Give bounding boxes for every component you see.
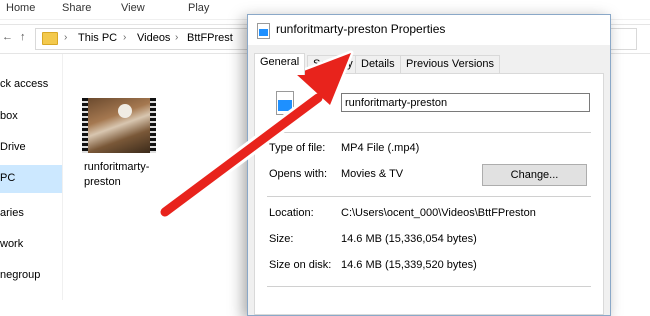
opens-with-label: Opens with:: [269, 168, 328, 180]
ribbon-tab-play[interactable]: Play: [188, 2, 209, 14]
nav-item-libraries[interactable]: aries: [0, 207, 24, 219]
breadcrumb-this-pc[interactable]: This PC: [78, 32, 117, 44]
nav-item-label: PC: [0, 172, 16, 184]
nav-item-quick-access[interactable]: ck access: [0, 78, 48, 90]
nav-item-network[interactable]: work: [0, 238, 23, 250]
folder-icon: [42, 32, 58, 45]
nav-item-this-pc[interactable]: PC: [0, 165, 62, 193]
general-tab-panel: runforitmarty-preston Type of file: MP4 …: [254, 73, 604, 315]
location-value: C:\Users\ocent_000\Videos\BttFPreston: [341, 207, 536, 219]
dialog-title: runforitmarty-preston Properties: [276, 22, 446, 36]
divider: [267, 132, 591, 133]
location-label: Location:: [269, 207, 314, 219]
breadcrumb-separator: ›: [123, 32, 127, 43]
breadcrumb-videos[interactable]: Videos: [137, 32, 170, 44]
breadcrumb-separator: ›: [175, 32, 179, 43]
film-strip-right: [150, 98, 156, 153]
mp4-file-icon: [276, 91, 294, 115]
ribbon-tab-home[interactable]: Home: [6, 2, 35, 14]
type-of-file-value: MP4 File (.mp4): [341, 142, 420, 154]
back-arrow-icon[interactable]: ←: [2, 31, 13, 43]
nav-item-dropbox[interactable]: box: [0, 110, 18, 122]
change-button[interactable]: Change...: [482, 164, 587, 186]
file-name-label: runforitmarty-preston: [84, 161, 150, 188]
video-frame-image: [88, 98, 150, 153]
navigation-pane: ck access box Drive PC aries work negrou…: [0, 54, 63, 300]
opens-with-value: Movies & TV: [341, 168, 404, 180]
size-on-disk-value: 14.6 MB (15,339,520 bytes): [341, 259, 477, 271]
ribbon-tab-share[interactable]: Share: [62, 2, 91, 14]
breadcrumb-separator: ›: [64, 32, 68, 43]
nav-item-onedrive[interactable]: Drive: [0, 141, 26, 153]
breadcrumb-folder[interactable]: BttFPrest: [187, 32, 233, 44]
divider: [267, 286, 591, 287]
file-name-field[interactable]: runforitmarty-preston: [341, 93, 590, 112]
up-arrow-icon[interactable]: ↑: [20, 31, 26, 43]
tab-details[interactable]: Details: [355, 55, 401, 73]
tab-previous-versions[interactable]: Previous Versions: [400, 55, 501, 73]
type-of-file-label: Type of file:: [269, 142, 326, 154]
tab-security[interactable]: Security: [307, 55, 359, 73]
size-label: Size:: [269, 233, 294, 245]
video-thumbnail: [82, 98, 156, 153]
mp4-file-icon: [257, 23, 270, 39]
nav-item-homegroup[interactable]: negroup: [0, 269, 40, 281]
size-on-disk-label: Size on disk:: [269, 259, 332, 271]
ribbon-tab-view[interactable]: View: [121, 2, 145, 14]
divider: [267, 196, 591, 197]
film-strip-left: [82, 98, 88, 153]
size-value: 14.6 MB (15,336,054 bytes): [341, 233, 477, 245]
tab-general[interactable]: General: [254, 53, 306, 75]
properties-dialog: runforitmarty-preston Properties General…: [247, 14, 611, 316]
dialog-titlebar[interactable]: runforitmarty-preston Properties: [248, 15, 610, 45]
